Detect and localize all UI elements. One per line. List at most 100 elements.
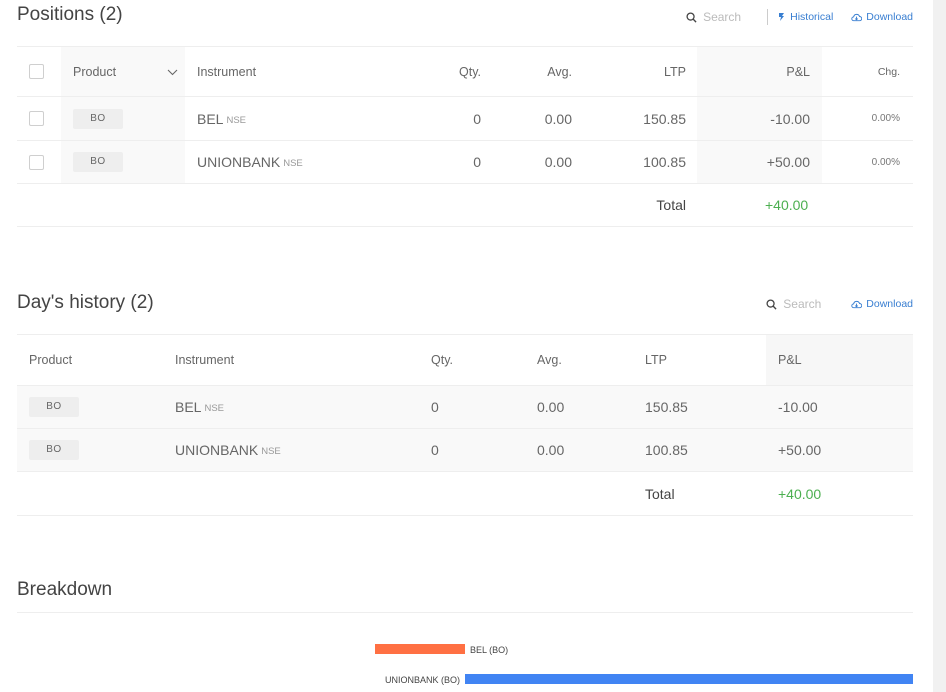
instrument-symbol: UNIONBANK bbox=[197, 154, 281, 170]
col-instrument-label: Instrument bbox=[197, 64, 257, 79]
col-avg-label: Avg. bbox=[537, 353, 562, 367]
pnl-cell: -10.00 bbox=[697, 97, 822, 140]
search-icon bbox=[686, 11, 697, 23]
ltp-cell: 150.85 bbox=[643, 110, 686, 127]
col-chg-label: Chg. bbox=[877, 65, 900, 78]
breakdown-title: Breakdown bbox=[17, 579, 113, 600]
product-cell: BO bbox=[61, 141, 185, 183]
cloud-download-icon bbox=[851, 13, 863, 21]
product-cell: BO bbox=[29, 386, 169, 428]
pnl-cell: -10.00 bbox=[778, 399, 818, 415]
col-product[interactable]: Product bbox=[29, 335, 169, 385]
history-download-label: Download bbox=[866, 298, 913, 310]
search-icon bbox=[766, 298, 777, 310]
table-row[interactable]: BO UNIONBANK NSE 0 0.00 100.85 +50.00 0.0… bbox=[17, 141, 913, 184]
instrument-exchange: NSE bbox=[204, 403, 225, 414]
positions-download-link[interactable]: Download bbox=[851, 11, 913, 23]
row-select-cell bbox=[29, 141, 49, 183]
col-product-label: Product bbox=[73, 64, 117, 79]
row-select-cell bbox=[29, 97, 49, 140]
instrument-symbol: BEL bbox=[197, 110, 224, 127]
history-download-link[interactable]: Download bbox=[851, 298, 913, 310]
cloud-download-icon bbox=[851, 300, 863, 308]
avg-cell: 0.00 bbox=[537, 399, 565, 415]
history-search[interactable]: Search bbox=[766, 297, 821, 311]
positions-title: Positions (2) bbox=[17, 4, 123, 25]
positions-header-row: Product Instrument Qty. Avg. LTP P&L Chg… bbox=[17, 46, 913, 97]
history-search-placeholder: Search bbox=[783, 297, 822, 311]
col-instrument[interactable]: Instrument bbox=[197, 47, 397, 96]
positions-search[interactable]: Search bbox=[686, 10, 741, 24]
ltp-cell: 100.85 bbox=[645, 442, 688, 458]
col-instrument[interactable]: Instrument bbox=[175, 335, 425, 385]
qty-cell: 0 bbox=[473, 154, 481, 170]
ltp-cell: 150.85 bbox=[645, 399, 688, 415]
history-total-row: Total +40.00 bbox=[17, 472, 913, 516]
positions-toolbar: Search Historical Download bbox=[686, 9, 913, 25]
breakdown-bar-label: UNIONBANK (BO) bbox=[384, 675, 460, 685]
history-title: Day's history (2) bbox=[17, 292, 154, 313]
breakdown-divider bbox=[17, 612, 913, 613]
col-instrument-label: Instrument bbox=[175, 353, 235, 367]
product-badge: BO bbox=[73, 108, 123, 129]
product-badge: BO bbox=[73, 152, 123, 172]
instrument-cell: UNIONBANK NSE bbox=[197, 141, 397, 183]
table-row[interactable]: BO UNIONBANK NSE 0 0.00 100.85 +50.00 bbox=[17, 429, 913, 472]
product-cell: BO bbox=[61, 97, 185, 140]
total-pnl-value: +40.00 bbox=[778, 485, 822, 502]
chg-cell: 0.00% bbox=[871, 113, 900, 124]
col-pnl-label: P&L bbox=[778, 353, 802, 367]
breakdown-bar-label: BEL (BO) bbox=[470, 645, 509, 655]
instrument-symbol: UNIONBANK bbox=[175, 442, 259, 458]
history-header-row: Product Instrument Qty. Avg. LTP P&L bbox=[17, 334, 913, 386]
col-ltp[interactable]: LTP bbox=[645, 335, 765, 385]
col-pnl[interactable]: P&L bbox=[697, 47, 822, 96]
instrument-cell: BEL NSE bbox=[175, 386, 425, 428]
total-label: Total bbox=[645, 485, 675, 502]
qty-cell: 0 bbox=[431, 399, 439, 415]
positions-total-row: Total +40.00 bbox=[17, 184, 913, 227]
col-qty[interactable]: Qty. bbox=[397, 47, 481, 96]
col-ltp-label: LTP bbox=[645, 353, 667, 367]
instrument-symbol: BEL bbox=[175, 399, 202, 415]
col-qty-label: Qty. bbox=[431, 353, 453, 367]
product-badge: BO bbox=[29, 397, 79, 417]
col-qty[interactable]: Qty. bbox=[431, 335, 531, 385]
table-row[interactable]: BO BEL NSE 0 0.00 150.85 -10.00 0.00% bbox=[17, 97, 913, 141]
select-all-checkbox[interactable] bbox=[29, 64, 44, 79]
qty-cell: 0 bbox=[473, 110, 481, 127]
col-avg[interactable]: Avg. bbox=[537, 335, 637, 385]
scrollbar[interactable] bbox=[933, 0, 946, 692]
instrument-exchange: NSE bbox=[261, 446, 281, 457]
history-toolbar: Search Download bbox=[766, 297, 913, 311]
col-product-label: Product bbox=[29, 353, 73, 367]
avg-cell: 0.00 bbox=[544, 154, 572, 170]
col-ltp[interactable]: LTP bbox=[572, 47, 686, 96]
instrument-exchange: NSE bbox=[226, 114, 247, 126]
row-checkbox[interactable] bbox=[29, 154, 44, 170]
breakdown-bar bbox=[375, 644, 465, 654]
pnl-cell: +50.00 bbox=[697, 141, 822, 183]
col-avg[interactable]: Avg. bbox=[481, 47, 572, 96]
historical-link[interactable]: Historical bbox=[778, 11, 833, 23]
total-label: Total bbox=[656, 197, 686, 213]
col-avg-label: Avg. bbox=[547, 64, 572, 79]
positions-section: Positions (2) Search Historical Download… bbox=[17, 0, 913, 230]
pnl-cell: +50.00 bbox=[778, 442, 822, 458]
product-badge: BO bbox=[29, 440, 79, 460]
instrument-cell: BEL NSE bbox=[197, 97, 397, 140]
historical-icon bbox=[779, 13, 785, 21]
col-pnl[interactable]: P&L bbox=[766, 335, 913, 385]
toolbar-divider bbox=[767, 9, 769, 25]
ltp-cell: 100.85 bbox=[643, 154, 686, 170]
col-product[interactable]: Product bbox=[61, 47, 185, 96]
history-section: Day's history (2) Search Download Produc… bbox=[17, 282, 913, 522]
col-chg[interactable]: Chg. bbox=[822, 47, 900, 96]
row-checkbox[interactable] bbox=[29, 111, 44, 126]
instrument-exchange: NSE bbox=[283, 158, 303, 169]
product-cell: BO bbox=[29, 429, 169, 471]
positions-download-label: Download bbox=[866, 11, 913, 23]
table-row[interactable]: BO BEL NSE 0 0.00 150.85 -10.00 bbox=[17, 386, 913, 429]
positions-search-placeholder: Search bbox=[703, 10, 742, 24]
col-pnl-label: P&L bbox=[786, 64, 810, 79]
